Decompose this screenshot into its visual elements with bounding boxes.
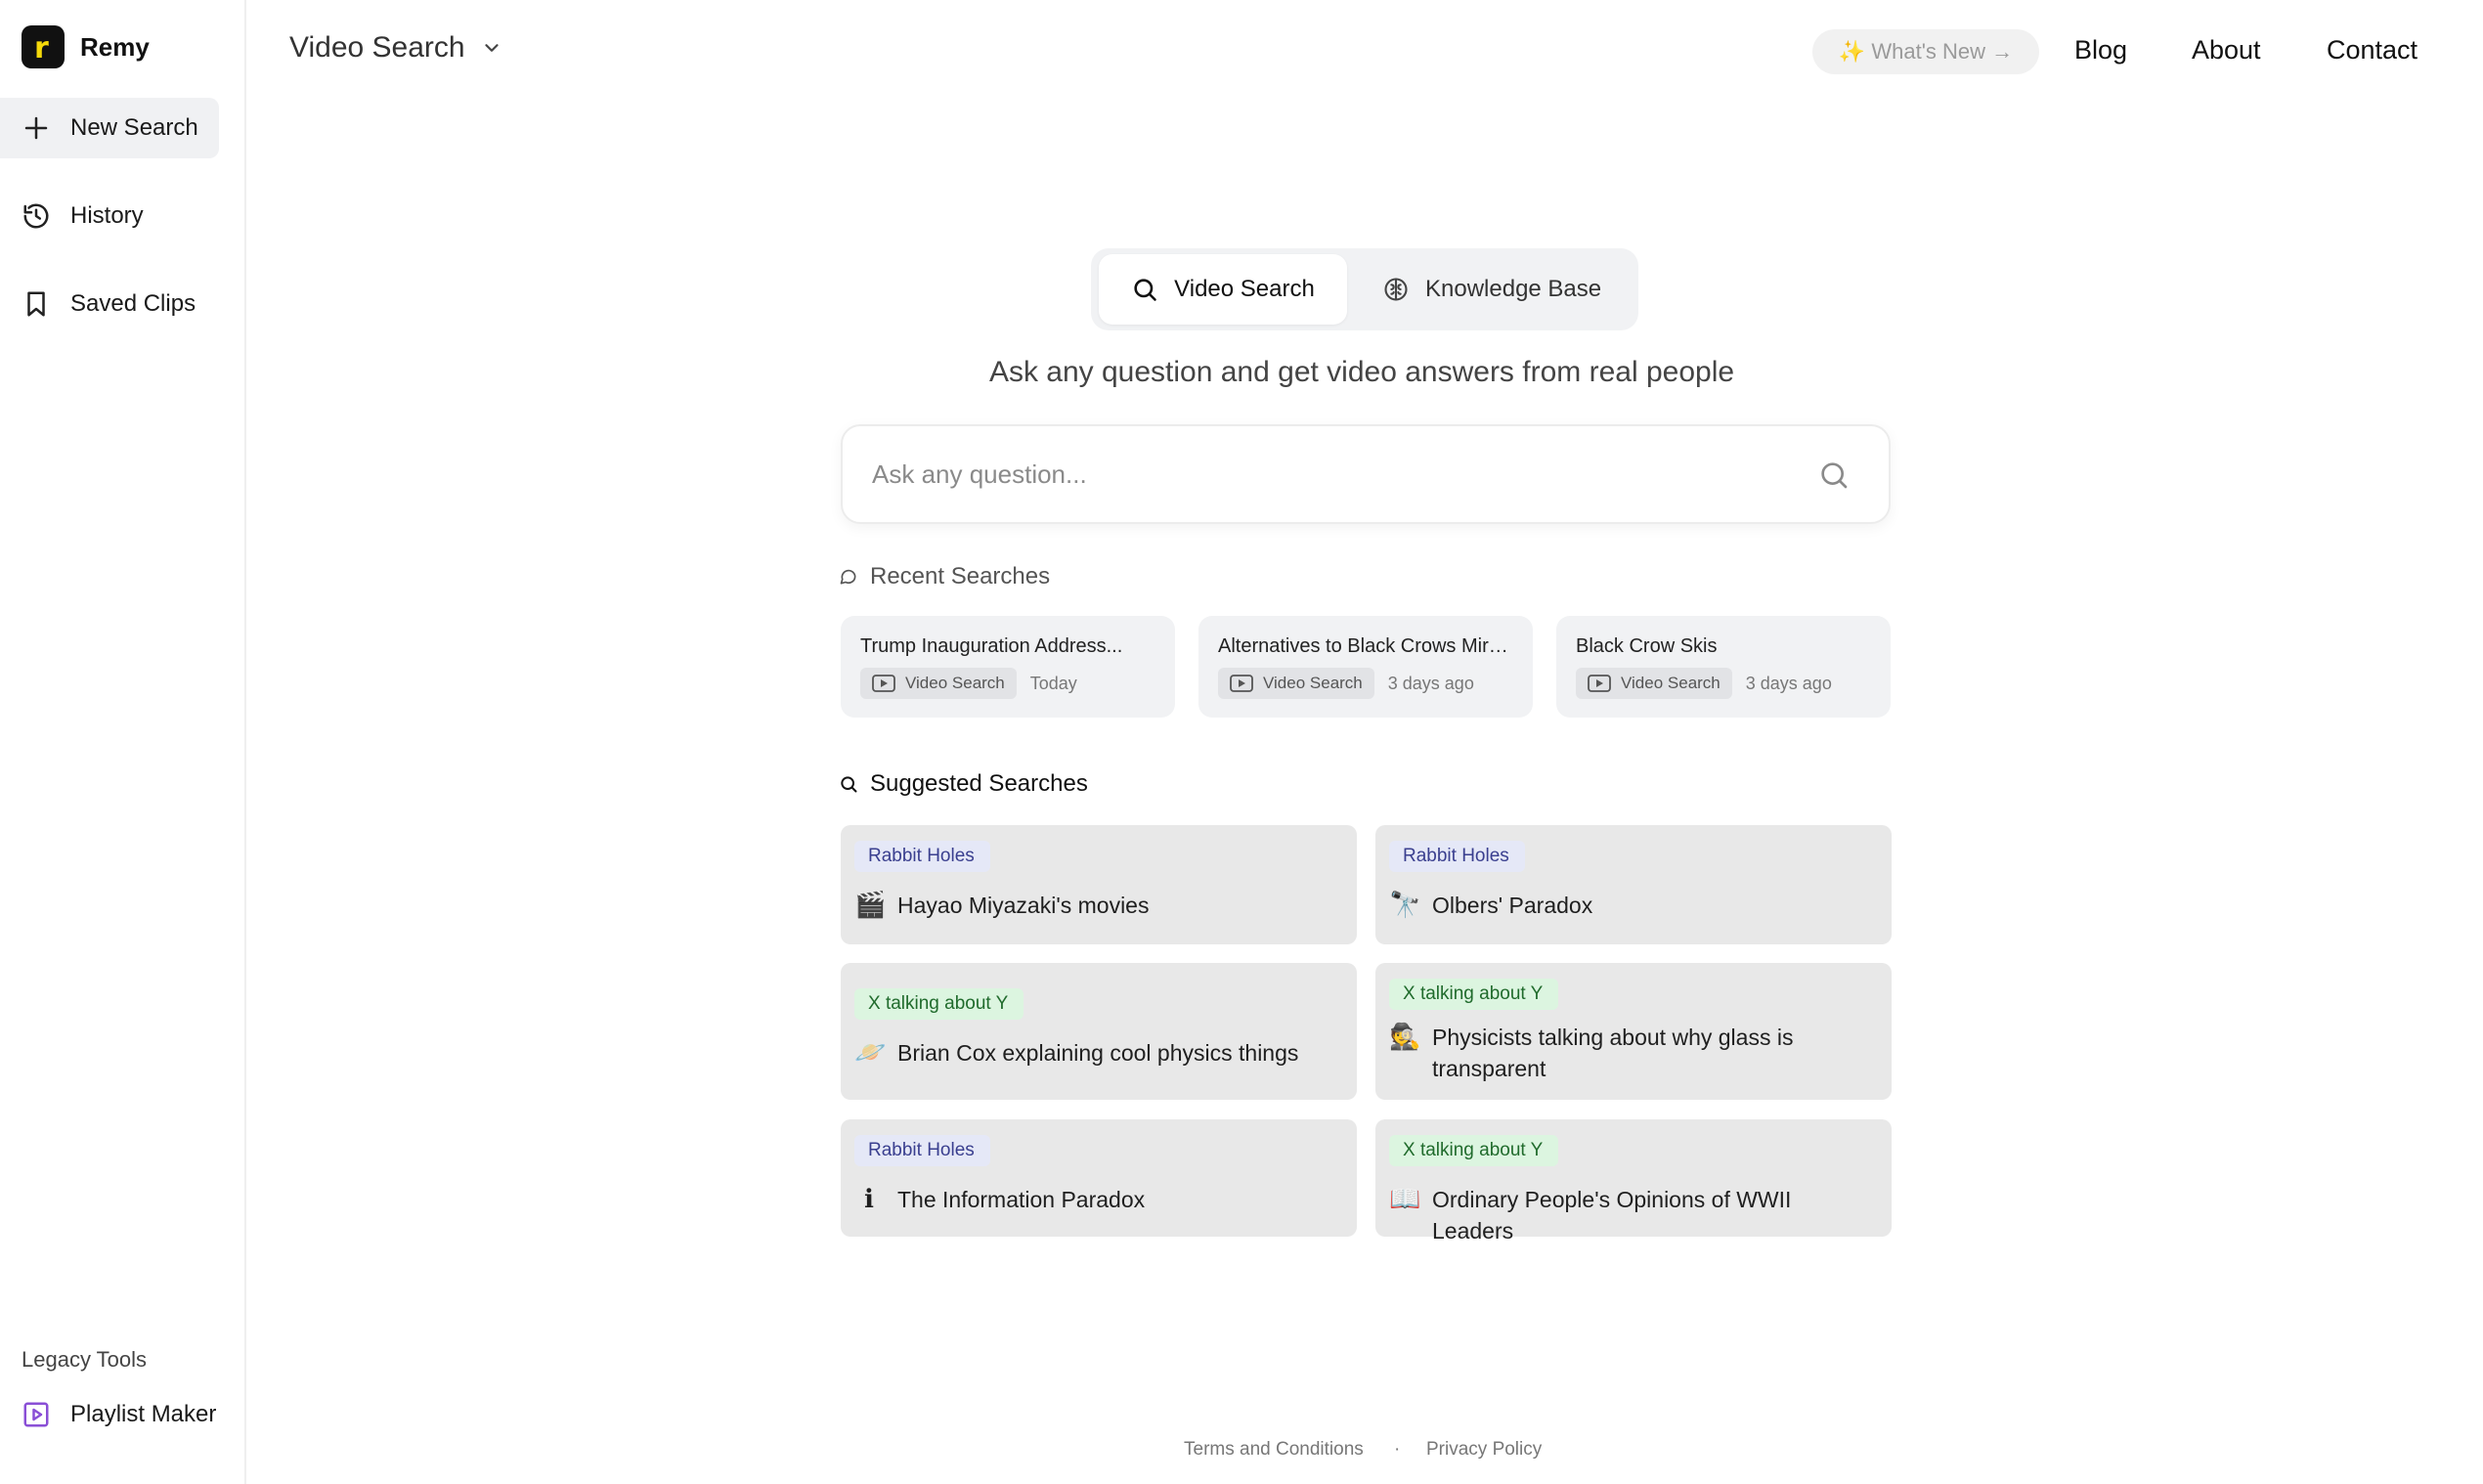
- sidebar-item-label: History: [70, 202, 144, 229]
- category-badge: Rabbit Holes: [854, 1135, 990, 1166]
- recent-search-title: Alternatives to Black Crows Miru...: [1218, 635, 1513, 657]
- brand-name: Remy: [80, 31, 150, 62]
- tab-video-search[interactable]: Video Search: [1099, 254, 1347, 325]
- recent-search-card[interactable]: Trump Inauguration Address... Video Sear…: [841, 616, 1175, 718]
- search-icon[interactable]: [1818, 459, 1850, 491]
- recent-search-time: Today: [1029, 673, 1077, 693]
- mode-tabs: Video Search Knowledge Base: [1091, 248, 1638, 330]
- recent-search-card[interactable]: Black Crow Skis Video Search 3 days ago: [1556, 616, 1891, 718]
- recent-search-time: 3 days ago: [1387, 673, 1474, 693]
- video-icon: [1230, 675, 1253, 692]
- sidebar: r Remy New Search History Saved Clips Le…: [0, 0, 246, 1484]
- recent-search-title: Black Crow Skis: [1576, 635, 1718, 657]
- tagline: Ask any question and get video answers f…: [988, 356, 1735, 388]
- suggested-search-text: 🔭 Olbers' Paradox: [1389, 891, 1593, 920]
- footer-separator: ·: [1394, 1439, 1401, 1460]
- info-icon: ℹ: [864, 1185, 874, 1214]
- category-badge: Rabbit Holes: [854, 841, 990, 872]
- legacy-tools-heading: Legacy Tools: [22, 1347, 148, 1372]
- tab-label: Video Search: [1174, 276, 1315, 302]
- search-icon: [841, 776, 857, 793]
- suggested-search-text: 🪐 Brian Cox explaining cool physics thin…: [854, 1038, 1299, 1068]
- suggested-search-text: 🎬 Hayao Miyazaki's movies: [854, 891, 1150, 920]
- suggested-search-card[interactable]: Rabbit Holes 🎬 Hayao Miyazaki's movies: [841, 825, 1357, 944]
- chat-bubble-icon: [840, 569, 856, 585]
- category-badge: Rabbit Holes: [1389, 841, 1525, 872]
- sidebar-item-label: Playlist Maker: [70, 1401, 217, 1427]
- play-square-icon: [23, 1402, 49, 1427]
- privacy-link[interactable]: Privacy Policy: [1426, 1439, 1542, 1461]
- recent-search-time: 3 days ago: [1745, 673, 1832, 693]
- search-type-badge: Video Search: [1218, 668, 1374, 699]
- clapperboard-icon: 🎬: [854, 891, 887, 920]
- suggested-search-card[interactable]: X talking about Y 📖 Ordinary People's Op…: [1375, 1119, 1892, 1244]
- brand[interactable]: r Remy: [22, 25, 150, 68]
- sidebar-item-saved-clips[interactable]: Saved Clips: [0, 274, 219, 334]
- category-badge: X talking about Y: [1389, 979, 1559, 1010]
- ringed-planet-icon: 🪐: [854, 1038, 887, 1068]
- search-type-badge: Video Search: [1576, 668, 1732, 699]
- sidebar-item-playlist-maker[interactable]: Playlist Maker: [22, 1400, 216, 1429]
- chevron-down-icon: [484, 44, 499, 52]
- nav-about-link[interactable]: About: [2192, 35, 2261, 65]
- sidebar-item-label: Saved Clips: [70, 290, 196, 317]
- detective-icon: 🕵: [1389, 1023, 1421, 1052]
- open-book-icon: 📖: [1389, 1185, 1421, 1214]
- category-badge: X talking about Y: [854, 988, 1024, 1020]
- suggested-search-text: ℹ The Information Paradox: [854, 1184, 1343, 1215]
- history-icon: [23, 203, 49, 229]
- recent-search-card[interactable]: Alternatives to Black Crows Miru... Vide…: [1198, 616, 1533, 718]
- search-box: [841, 424, 1891, 524]
- telescope-icon: 🔭: [1389, 891, 1421, 920]
- terms-link[interactable]: Terms and Conditions: [1184, 1439, 1364, 1461]
- brain-icon: [1384, 278, 1408, 301]
- mode-dropdown-label: Video Search: [289, 31, 465, 64]
- suggested-searches-heading: Suggested Searches: [839, 770, 1088, 798]
- suggested-search-text: 📖 Ordinary People's Opinions of WWII Lea…: [1389, 1185, 1792, 1244]
- nav-blog-link[interactable]: Blog: [2074, 35, 2127, 65]
- suggested-search-card[interactable]: Rabbit Holes 🔭 Olbers' Paradox: [1375, 825, 1892, 944]
- mode-dropdown[interactable]: Video Search: [289, 31, 502, 65]
- search-icon: [1134, 279, 1156, 301]
- suggested-search-text: 🕵 Physicists talking about why glass is …: [1389, 1023, 1794, 1081]
- tab-knowledge-base[interactable]: Knowledge Base: [1382, 254, 1601, 325]
- suggested-search-card[interactable]: X talking about Y 🕵 Physicists talking a…: [1375, 963, 1892, 1100]
- bookmark-icon: [27, 291, 45, 317]
- search-input[interactable]: [872, 426, 1752, 522]
- recent-search-title: Trump Inauguration Address...: [860, 635, 1123, 657]
- remy-logo-icon: r: [22, 25, 65, 68]
- category-badge: X talking about Y: [1389, 1135, 1559, 1166]
- video-icon: [872, 675, 895, 692]
- tab-label: Knowledge Base: [1425, 276, 1602, 302]
- whats-new-button[interactable]: ✨ What's New →: [1812, 29, 2039, 74]
- plus-icon: [24, 116, 48, 140]
- sidebar-item-new-search[interactable]: New Search: [0, 98, 219, 158]
- recent-searches-heading: Recent Searches: [839, 563, 1050, 590]
- sidebar-item-history[interactable]: History: [0, 186, 219, 246]
- suggested-search-card[interactable]: X talking about Y 🪐 Brian Cox explaining…: [841, 963, 1357, 1100]
- nav-contact-link[interactable]: Contact: [2327, 35, 2418, 65]
- sidebar-item-label: New Search: [70, 114, 198, 141]
- video-icon: [1588, 675, 1611, 692]
- search-type-badge: Video Search: [860, 668, 1017, 699]
- suggested-search-card[interactable]: Rabbit Holes ℹ The Information Paradox: [841, 1119, 1357, 1237]
